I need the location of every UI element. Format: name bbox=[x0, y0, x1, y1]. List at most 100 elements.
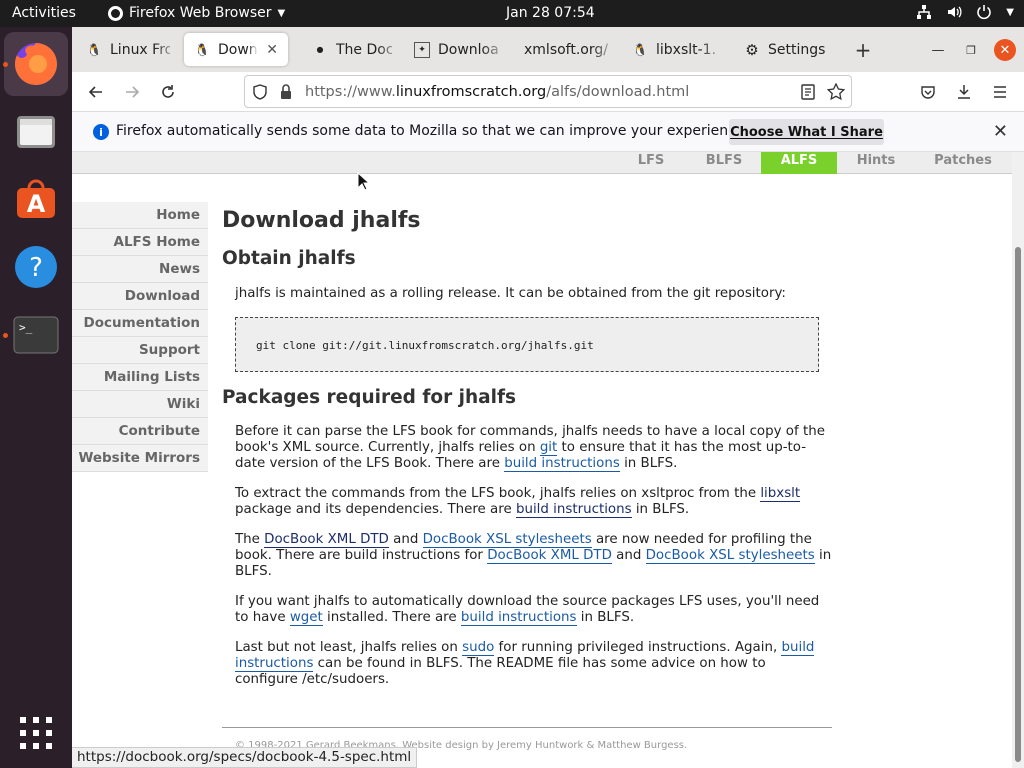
docbook-xml-dtd-link[interactable]: DocBook XML DTD bbox=[264, 532, 389, 548]
network-icon bbox=[917, 5, 932, 19]
clock[interactable]: Jan 28 07:54 bbox=[506, 5, 595, 21]
sidebar-item-documentation[interactable]: Documentation bbox=[72, 310, 208, 337]
mouse-cursor-icon bbox=[357, 172, 369, 191]
chevron-down-icon: ▼ bbox=[277, 7, 286, 19]
system-top-bar: Activities Firefox Web Browser ▼ Jan 28 … bbox=[0, 0, 1024, 27]
svg-text:?: ? bbox=[29, 253, 43, 283]
firefox-icon bbox=[108, 5, 123, 21]
dock-firefox[interactable] bbox=[4, 32, 68, 96]
dock: A ? >_ bbox=[0, 27, 72, 768]
url-host: linuxfromscratch.org bbox=[395, 83, 547, 100]
app-menu[interactable]: Firefox Web Browser ▼ bbox=[108, 5, 285, 21]
reload-button[interactable] bbox=[156, 80, 180, 104]
system-tray[interactable]: ▼ bbox=[916, 4, 1014, 20]
sidebar-item-download[interactable]: Download bbox=[72, 283, 208, 310]
tab-download[interactable]: ✦ Download bbox=[404, 33, 508, 66]
docbook-xsl-stylesheets-build-link[interactable]: DocBook XSL stylesheets bbox=[645, 548, 815, 564]
docbook-xsl-stylesheets-link[interactable]: DocBook XSL stylesheets bbox=[422, 532, 592, 548]
sidebar-item-mailing-lists[interactable]: Mailing Lists bbox=[72, 364, 208, 391]
nav-patches[interactable]: Patches bbox=[922, 152, 1004, 174]
pocket-icon bbox=[921, 86, 935, 99]
navigation-toolbar: https://www.linuxfromscratch.org/alfs/do… bbox=[72, 72, 1024, 112]
downloads-button[interactable] bbox=[952, 80, 976, 104]
text: in BLFS. bbox=[576, 610, 635, 625]
shield-icon[interactable] bbox=[252, 83, 268, 100]
dock-terminal[interactable]: >_ bbox=[4, 303, 68, 367]
sidebar-item-contribute[interactable]: Contribute bbox=[72, 418, 208, 445]
dock-help[interactable]: ? bbox=[4, 235, 68, 299]
nav-blfs[interactable]: BLFS bbox=[692, 152, 756, 174]
tab-bar: 🐧 Linux From 🐧 Downlo ✕ ● The DocB ✦ Dow… bbox=[72, 27, 1024, 72]
git-build-instructions-link[interactable]: build instructions bbox=[504, 456, 620, 472]
tux-icon: 🐧 bbox=[632, 42, 648, 57]
tab-docbook[interactable]: ● The DocB bbox=[302, 33, 402, 66]
paragraph-git: Before it can parse the LFS book for com… bbox=[222, 424, 832, 472]
libxslt-link[interactable]: libxslt bbox=[760, 486, 801, 502]
docbook-icon: ✦ bbox=[414, 41, 430, 58]
tab-linux-from-scratch[interactable]: 🐧 Linux From bbox=[76, 33, 180, 66]
chevron-down-icon: ▼ bbox=[1006, 6, 1014, 18]
dock-software[interactable]: A bbox=[4, 167, 68, 231]
firefox-icon bbox=[14, 43, 57, 85]
new-tab-button[interactable]: + bbox=[852, 38, 874, 62]
files-icon bbox=[17, 116, 55, 148]
pocket-button[interactable] bbox=[916, 80, 940, 104]
choose-what-i-share-button[interactable]: Choose What I Share bbox=[729, 119, 884, 145]
tab-label: libxslt-1.1. bbox=[656, 41, 716, 58]
tab-libxslt[interactable]: 🐧 libxslt-1.1. bbox=[622, 33, 726, 66]
sudo-link[interactable]: sudo bbox=[462, 640, 495, 656]
power-icon bbox=[977, 5, 992, 20]
docbook-xml-dtd-build-link[interactable]: DocBook XML DTD bbox=[487, 548, 612, 564]
obtain-heading: Obtain jhalfs bbox=[222, 248, 356, 269]
lock-icon[interactable] bbox=[279, 83, 293, 100]
sidebar-item-home[interactable]: Home bbox=[72, 202, 208, 229]
bookmark-star-icon[interactable] bbox=[827, 83, 845, 101]
svg-text:A: A bbox=[27, 190, 46, 218]
tab-download-active[interactable]: 🐧 Downlo ✕ bbox=[184, 33, 288, 66]
sidebar-item-news[interactable]: News bbox=[72, 256, 208, 283]
menu-button[interactable] bbox=[988, 80, 1012, 104]
forward-arrow-icon bbox=[126, 86, 140, 98]
close-window-button[interactable]: ✕ bbox=[994, 39, 1016, 61]
close-notification-icon[interactable]: ✕ bbox=[993, 121, 1008, 142]
text: and bbox=[388, 532, 423, 547]
url-bar[interactable]: https://www.linuxfromscratch.org/alfs/do… bbox=[244, 75, 852, 108]
nav-alfs-active[interactable]: ALFS bbox=[761, 152, 837, 174]
nav-hints[interactable]: Hints bbox=[844, 152, 908, 174]
data-collection-notification: i Firefox automatically sends some data … bbox=[72, 112, 1024, 152]
git-clone-command[interactable]: git clone git://git.linuxfromscratch.org… bbox=[235, 317, 819, 372]
tab-settings[interactable]: ⚙ Settings bbox=[734, 33, 838, 66]
close-tab-icon[interactable]: ✕ bbox=[266, 42, 278, 58]
scrollbar-thumb[interactable] bbox=[1015, 247, 1021, 762]
back-button[interactable] bbox=[84, 80, 108, 104]
volume-icon bbox=[948, 6, 962, 18]
tux-icon: 🐧 bbox=[86, 42, 102, 57]
libxslt-build-instructions-link[interactable]: build instructions bbox=[515, 502, 632, 518]
git-link[interactable]: git bbox=[539, 440, 558, 456]
dot-icon: ● bbox=[316, 45, 324, 54]
sidebar-item-wiki[interactable]: Wiki bbox=[72, 391, 208, 418]
software-icon: A bbox=[17, 179, 55, 218]
site-side-nav: Home ALFS Home News Download Documentati… bbox=[72, 202, 208, 472]
nav-lfs[interactable]: LFS bbox=[624, 152, 678, 174]
wget-link[interactable]: wget bbox=[289, 610, 323, 626]
sidebar-item-website-mirrors[interactable]: Website Mirrors bbox=[72, 445, 208, 472]
running-indicator bbox=[3, 333, 8, 338]
text: and bbox=[611, 548, 646, 563]
tab-label: Download bbox=[438, 41, 498, 58]
wget-build-instructions-link[interactable]: build instructions bbox=[460, 610, 577, 626]
tab-label: xmlsoft.org/l bbox=[524, 41, 608, 58]
dock-files[interactable] bbox=[4, 100, 68, 164]
sidebar-item-alfs-home[interactable]: ALFS Home bbox=[72, 229, 208, 256]
maximize-button[interactable]: ❐ bbox=[960, 39, 982, 61]
page-scrollbar[interactable] bbox=[1012, 152, 1024, 768]
reader-view-icon[interactable] bbox=[801, 84, 815, 100]
forward-button[interactable] bbox=[120, 80, 144, 104]
text: Last but not least, jhalfs relies on bbox=[235, 640, 463, 655]
dock-show-apps[interactable] bbox=[4, 701, 68, 765]
url-path: /alfs/download.html bbox=[546, 83, 690, 100]
sidebar-item-support[interactable]: Support bbox=[72, 337, 208, 364]
activities-button[interactable]: Activities bbox=[12, 5, 76, 21]
minimize-button[interactable]: — bbox=[927, 39, 949, 61]
tab-xmlsoft[interactable]: xmlsoft.org/l bbox=[514, 33, 618, 66]
